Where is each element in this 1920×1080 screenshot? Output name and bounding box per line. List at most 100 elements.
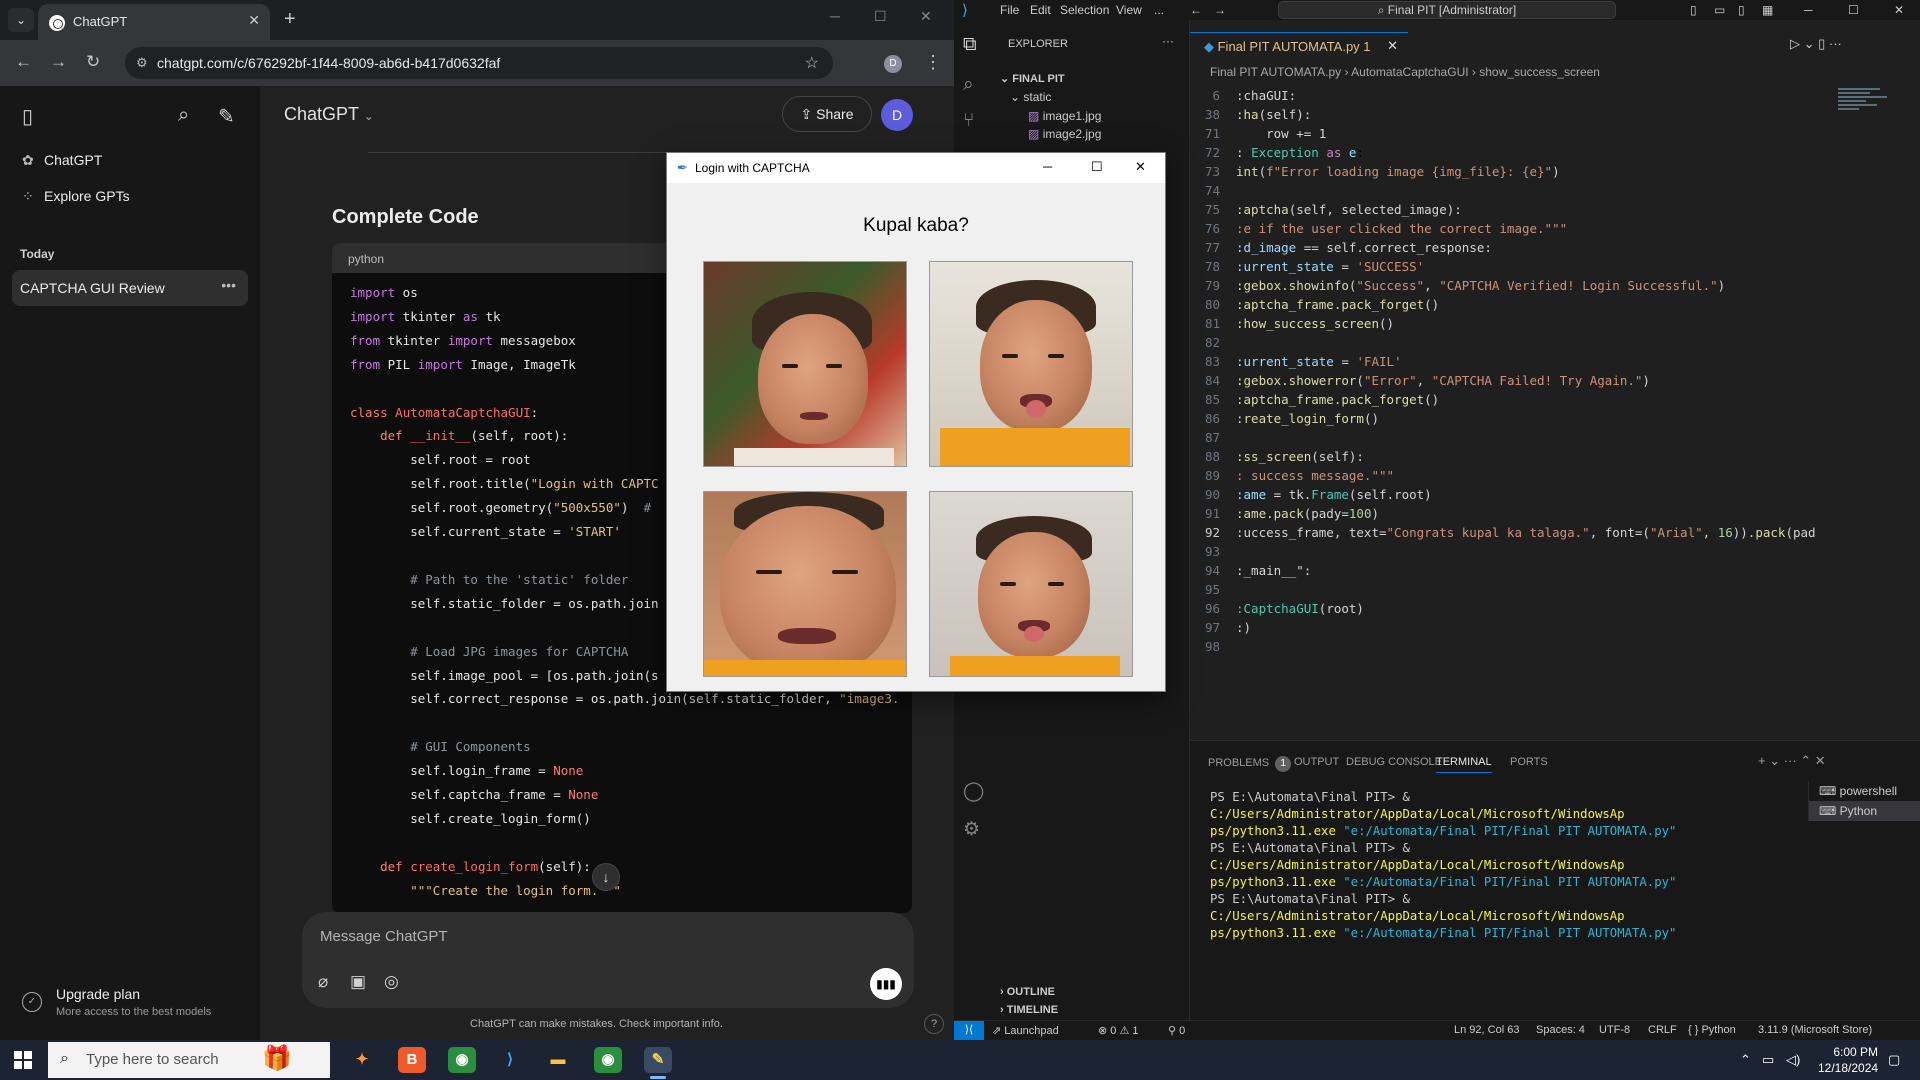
problems-status[interactable]: ⊗ 0 ⚠ 1 xyxy=(1098,1024,1138,1037)
layout-icon[interactable]: ▯ xyxy=(1690,3,1697,17)
launchpad-status[interactable]: ⇗ Launchpad xyxy=(992,1024,1059,1037)
explorer-icon[interactable]: ⧉ xyxy=(963,34,977,56)
message-composer[interactable]: Message ChatGPT ⌀ ▣ ◎ ▮▮▮ xyxy=(302,912,914,1008)
minimap[interactable] xyxy=(1838,86,1908,146)
nav-back-icon[interactable]: ← xyxy=(1190,3,1202,17)
timeline-section[interactable]: › TIMELINE xyxy=(1000,1004,1058,1016)
file-image1[interactable]: ▨ image1.jpg xyxy=(1028,109,1101,123)
tab-terminal[interactable]: TERMINAL xyxy=(1436,756,1492,773)
site-info-icon[interactable]: ⚙ xyxy=(136,55,148,71)
panel-toggle-icon[interactable]: ▭ xyxy=(1714,3,1725,17)
chrome-profile-icon[interactable]: ◉ xyxy=(594,1047,622,1073)
windows-start-icon[interactable] xyxy=(14,1051,32,1069)
file-image2[interactable]: ▨ image2.jpg xyxy=(1028,127,1101,141)
search-icon[interactable]: ⌕ xyxy=(178,104,189,127)
python-tk-app-icon[interactable]: ✎ xyxy=(644,1047,672,1079)
globe-icon[interactable]: ◎ xyxy=(384,972,399,992)
gift-widget-icon[interactable]: 🎁 xyxy=(262,1044,292,1073)
share-button[interactable]: ⇪ Share xyxy=(782,96,872,132)
menu-more[interactable]: ... xyxy=(1154,3,1164,17)
conversation-options-icon[interactable]: ••• xyxy=(221,277,236,293)
scroll-down-button[interactable]: ↓ xyxy=(592,863,620,891)
chrome-icon[interactable]: ◉ xyxy=(448,1047,476,1073)
account-icon[interactable]: ◯ xyxy=(963,780,984,803)
back-icon[interactable]: ← xyxy=(15,52,32,72)
cursor-position[interactable]: Ln 92, Col 63 xyxy=(1454,1024,1519,1036)
close-icon[interactable]: ✕ xyxy=(1135,159,1146,175)
close-window-icon[interactable]: ✕ xyxy=(920,8,932,25)
indentation-status[interactable]: Spaces: 4 xyxy=(1536,1024,1585,1036)
editor-code[interactable]: 6:chaGUI: 38:ha(self): 71 row += 1 72: E… xyxy=(1190,86,1816,656)
outline-section[interactable]: › OUTLINE xyxy=(1000,986,1055,998)
browser-menu-icon[interactable]: ⋮ xyxy=(924,52,942,73)
conversation-item[interactable]: CAPTCHA GUI Review ••• xyxy=(12,270,248,306)
minimize-icon[interactable]: ─ xyxy=(1804,3,1813,17)
maximize-icon[interactable]: ☐ xyxy=(1091,159,1103,175)
folder-static[interactable]: ⌄ static xyxy=(1010,90,1051,104)
sidebar-item-chatgpt[interactable]: ✿ ChatGPT xyxy=(22,152,102,169)
maximize-icon[interactable]: ☐ xyxy=(1848,3,1859,17)
user-avatar[interactable]: D xyxy=(881,99,913,131)
message-input[interactable]: Message ChatGPT xyxy=(320,928,448,945)
panel-actions[interactable]: + ⌄ ··· ⌃ ✕ xyxy=(1758,753,1826,769)
bookmark-star-icon[interactable]: ☆ xyxy=(805,53,819,73)
model-selector[interactable]: ChatGPT ⌄ xyxy=(284,104,374,125)
help-button[interactable]: ? xyxy=(924,1014,944,1034)
settings-gear-icon[interactable]: ⚙ xyxy=(963,818,980,841)
explorer-more-icon[interactable]: ··· xyxy=(1162,34,1174,48)
tray-chevron-icon[interactable]: ⌃ xyxy=(1740,1052,1751,1068)
breadcrumb-file[interactable]: Final PIT AUTOMATA.py xyxy=(1210,65,1341,79)
tab-output[interactable]: OUTPUT xyxy=(1294,756,1339,768)
menu-edit[interactable]: Edit xyxy=(1030,3,1051,17)
network-icon[interactable]: ▭ xyxy=(1762,1052,1774,1068)
close-tab-icon[interactable]: ✕ xyxy=(1387,38,1398,54)
maximize-icon[interactable]: ☐ xyxy=(874,8,887,25)
terminal-item-powershell[interactable]: ⌨ powershell xyxy=(1809,781,1920,801)
editor-tab[interactable]: ◆ Final PIT AUTOMATA.py 1 ✕ xyxy=(1190,32,1408,60)
run-python-icon[interactable]: ▷ ⌄ ▯ ··· xyxy=(1790,36,1842,52)
sidebar-item-explore-gpts[interactable]: ⁘ Explore GPTs xyxy=(22,188,130,205)
close-icon[interactable]: ✕ xyxy=(1894,3,1904,17)
tab-debug-console[interactable]: DEBUG CONSOLE xyxy=(1346,756,1442,768)
captcha-image-1[interactable] xyxy=(703,261,907,467)
tab-search-button[interactable]: ⌄ xyxy=(8,8,34,32)
volume-icon[interactable]: ◁) xyxy=(1786,1052,1800,1068)
captcha-image-2[interactable] xyxy=(929,261,1133,467)
vscode-taskbar-icon[interactable]: ⟩ xyxy=(496,1047,524,1073)
reload-icon[interactable]: ↻ xyxy=(86,52,100,72)
folder-root[interactable]: ⌄ FINAL PIT xyxy=(1000,72,1065,85)
source-control-icon[interactable]: ⑂ xyxy=(963,110,974,132)
tools-icon[interactable]: ▣ xyxy=(350,972,366,992)
breadcrumb-method[interactable]: show_success_screen xyxy=(1479,65,1600,79)
attach-icon[interactable]: ⌀ xyxy=(318,972,328,992)
forward-icon[interactable]: → xyxy=(50,52,67,72)
captcha-image-3[interactable] xyxy=(703,491,907,677)
new-tab-button[interactable]: + xyxy=(284,8,296,31)
remote-icon[interactable]: ⟩⟨ xyxy=(954,1021,984,1041)
terminal-output[interactable]: PS E:\Automata\Final PIT> & C:/Users/Adm… xyxy=(1210,789,1800,942)
file-explorer-icon[interactable]: ▬ xyxy=(544,1047,572,1073)
browser-tab-chatgpt[interactable]: ChatGPT ✕ xyxy=(38,4,270,40)
address-bar[interactable]: ⚙ chatgpt.com/c/676292bf-1f44-8009-ab6d-… xyxy=(125,47,833,79)
menu-file[interactable]: File xyxy=(1000,3,1019,17)
captcha-image-4[interactable] xyxy=(929,491,1133,677)
copilot-icon[interactable]: ✦ xyxy=(348,1047,376,1073)
profile-avatar[interactable]: D xyxy=(884,55,902,73)
minimize-icon[interactable]: ─ xyxy=(830,8,840,24)
close-tab-icon[interactable]: ✕ xyxy=(248,12,260,29)
eol-status[interactable]: CRLF xyxy=(1648,1024,1677,1036)
command-center[interactable]: ⌕ Final PIT [Administrator] xyxy=(1278,1,1616,19)
search-icon[interactable]: ⌕ xyxy=(963,74,974,96)
tab-problems[interactable]: PROBLEMS 1 xyxy=(1208,756,1292,772)
new-chat-icon[interactable]: ✎ xyxy=(218,104,235,129)
interpreter-status[interactable]: 3.11.9 (Microsoft Store) xyxy=(1758,1024,1872,1036)
ports-status[interactable]: ⚲ 0 xyxy=(1168,1024,1185,1037)
menu-view[interactable]: View xyxy=(1116,3,1142,17)
language-status[interactable]: { } Python xyxy=(1688,1024,1736,1036)
encoding-status[interactable]: UTF-8 xyxy=(1599,1024,1630,1036)
sidebar-toggle-icon[interactable]: ▯ xyxy=(1738,3,1745,17)
breadcrumb-class[interactable]: AutomataCaptchaGUI xyxy=(1351,65,1468,79)
menu-selection[interactable]: Selection xyxy=(1060,3,1109,17)
taskbar-clock[interactable]: 6:00 PM 12/18/2024 xyxy=(1818,1044,1878,1076)
customize-layout-icon[interactable]: ▦ xyxy=(1762,3,1773,17)
